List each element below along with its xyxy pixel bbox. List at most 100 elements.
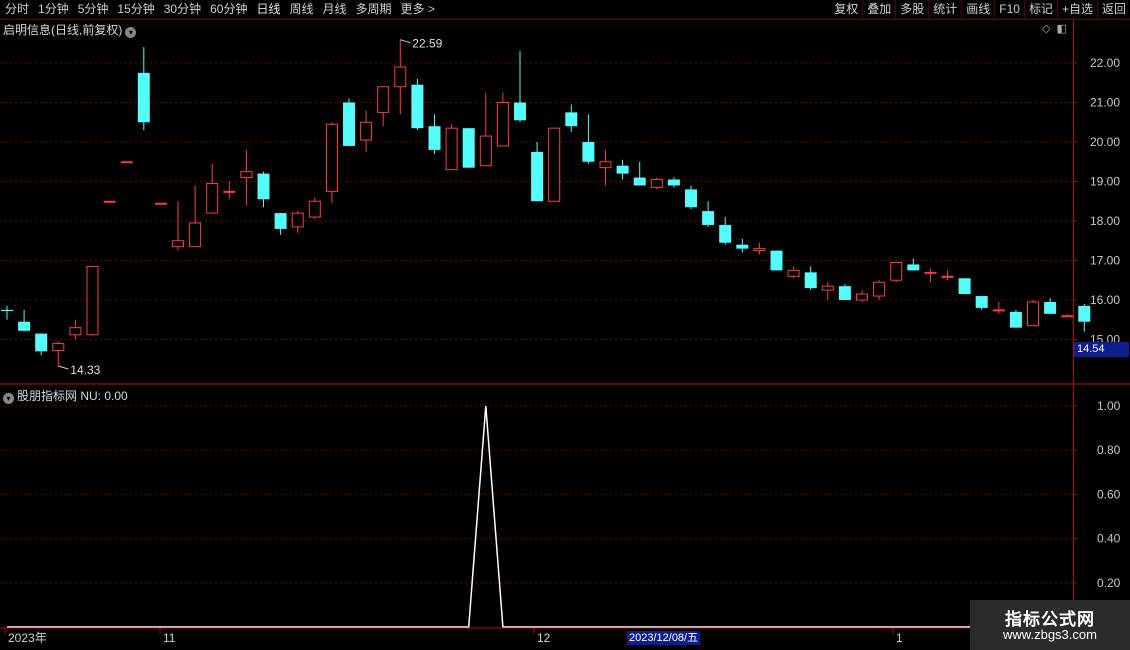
price-tick-label: 22.00 — [1090, 56, 1120, 70]
period-tab-4[interactable]: 30分钟 — [159, 0, 205, 19]
price-tick-label: 16.00 — [1090, 293, 1120, 307]
cursor-date-tag: 2023/12/08/五 — [627, 631, 701, 645]
candle-body-up — [941, 275, 954, 278]
indicator-title: ▾ 股朋指标网 NU: 0.00 — [3, 387, 128, 404]
period-toolbar: 分时 1分钟 5分钟 15分钟 30分钟 60分钟 日线 周线 月线 多周期 更多 > 复权 叠加 多股… — [0, 0, 1130, 20]
candle-body-up — [103, 200, 116, 203]
price-axis: 22.0021.0020.0019.0018.0017.0016.0015.00… — [0, 20, 1130, 650]
candle-body-down — [343, 102, 355, 146]
candle-body-down — [274, 213, 287, 229]
candle-body-up — [753, 248, 766, 252]
indicator-series — [7, 405, 1085, 628]
panel-controls: ◇ ◧ — [1042, 22, 1073, 35]
candle-body-down — [838, 286, 851, 300]
period-tab-1[interactable]: 1分钟 — [33, 0, 73, 19]
toolbar-button-5[interactable]: F10 — [994, 0, 1024, 19]
candle-body-down — [35, 333, 48, 352]
period-tab-8[interactable]: 月线 — [318, 0, 351, 19]
period-tab-2[interactable]: 5分钟 — [73, 0, 113, 19]
candle-body-down — [582, 142, 595, 162]
low-price-label: 14.33 — [70, 363, 100, 377]
high-pointer — [400, 39, 411, 44]
period-tab-0[interactable]: 分时 — [0, 0, 33, 19]
candle-body-down — [804, 272, 817, 289]
candle-body-down — [1078, 305, 1091, 322]
candle-body-down — [18, 321, 31, 331]
chevron-down-icon[interactable]: ▾ — [3, 393, 14, 404]
candle-body-down — [257, 173, 270, 200]
candle-body-up — [325, 123, 338, 192]
action-buttons: 复权 叠加 多股 统计 画线 F10 标记 +自选 返回 — [830, 0, 1130, 19]
panel-toggle-icon[interactable]: ◧ — [1056, 23, 1066, 35]
candle-body-up — [377, 86, 390, 113]
candle-body-up — [548, 127, 561, 202]
toolbar-button-7[interactable]: +自选 — [1056, 0, 1097, 19]
candle-body-up — [189, 222, 202, 248]
indicator-tick-label: 0.20 — [1097, 576, 1121, 590]
candle-body-up — [650, 179, 663, 188]
candle-body-down — [736, 244, 749, 249]
high-price-label: 22.59 — [412, 37, 442, 51]
candle-body-up — [873, 281, 886, 297]
price-tick-label: 21.00 — [1090, 96, 1120, 110]
candle-body-up — [52, 342, 65, 352]
period-tab-10[interactable]: 更多 > — [396, 0, 439, 19]
toolbar-button-0[interactable]: 复权 — [830, 0, 862, 19]
indicator-tick-label: 0.80 — [1097, 443, 1121, 457]
price-tick-label: 20.00 — [1090, 135, 1120, 149]
candle-body-down — [975, 296, 988, 308]
candle-body-down — [633, 177, 646, 186]
indicator-tick-label: 0.60 — [1097, 487, 1121, 501]
candle-body-up — [821, 285, 834, 291]
candle-body-down — [514, 102, 526, 121]
toolbar-button-4[interactable]: 画线 — [961, 0, 994, 19]
candle-body-up — [856, 293, 868, 301]
toolbar-button-6[interactable]: 标记 — [1023, 0, 1057, 19]
candle-body-up — [240, 171, 253, 179]
candle-body-down — [958, 278, 971, 295]
period-tab-5[interactable]: 60分钟 — [205, 0, 251, 19]
candle-body-down — [1044, 301, 1057, 314]
period-tab-7[interactable]: 周线 — [284, 0, 317, 19]
candle-body-up — [223, 190, 236, 193]
candle-body-down — [685, 189, 697, 208]
candle-body-down — [770, 250, 783, 271]
price-tick-label: 17.00 — [1090, 254, 1120, 268]
candlestick-series: 22.59 14.33 — [1, 37, 1091, 377]
nu-indicator-line — [7, 405, 1085, 628]
toolbar-button-8[interactable]: 返回 — [1096, 0, 1130, 19]
candle-body-up — [69, 327, 82, 336]
watermark-url: www.zbgs3.com — [1003, 627, 1097, 642]
period-tab-9[interactable]: 多周期 — [351, 0, 396, 19]
period-tab-6[interactable]: 日线 — [251, 0, 284, 19]
price-tick-label: 18.00 — [1090, 214, 1120, 228]
candle-body-down — [565, 112, 578, 127]
candle-body-up — [172, 240, 184, 248]
toolbar-button-2[interactable]: 多股 — [895, 0, 928, 19]
candle-body-down — [428, 126, 441, 150]
candle-body-up — [308, 200, 321, 218]
candle-body-down — [616, 165, 629, 174]
toolbar-button-1[interactable]: 叠加 — [862, 0, 895, 19]
candle-body-up — [496, 102, 509, 147]
candle-body-down — [137, 72, 150, 123]
chevron-down-icon[interactable]: ▾ — [125, 27, 137, 38]
candle-body-up — [291, 212, 304, 228]
candle-body-up — [206, 182, 219, 214]
diamond-icon[interactable]: ◇ — [1042, 23, 1050, 35]
indicator-tick-label: 1.00 — [1097, 399, 1121, 413]
candle-body-down — [719, 224, 732, 243]
current-price-tag: 14.54 — [1074, 342, 1129, 357]
candle-body-down — [462, 128, 475, 168]
candle-body-down — [411, 84, 424, 129]
candle-body-up — [924, 271, 937, 274]
time-tick-label: 2023年 — [8, 631, 47, 645]
period-tabs: 分时 1分钟 5分钟 15分钟 30分钟 60分钟 日线 周线 月线 多周期 更多 > — [0, 0, 439, 19]
toolbar-button-3[interactable]: 统计 — [928, 0, 961, 19]
candle-body-up — [890, 261, 903, 281]
candle-body-up — [154, 202, 167, 205]
candle-body-down — [702, 211, 715, 225]
time-axis: 2023年 11 12 1 — [4, 628, 903, 645]
period-tab-3[interactable]: 15分钟 — [112, 0, 158, 19]
grid-lines — [0, 62, 1073, 584]
